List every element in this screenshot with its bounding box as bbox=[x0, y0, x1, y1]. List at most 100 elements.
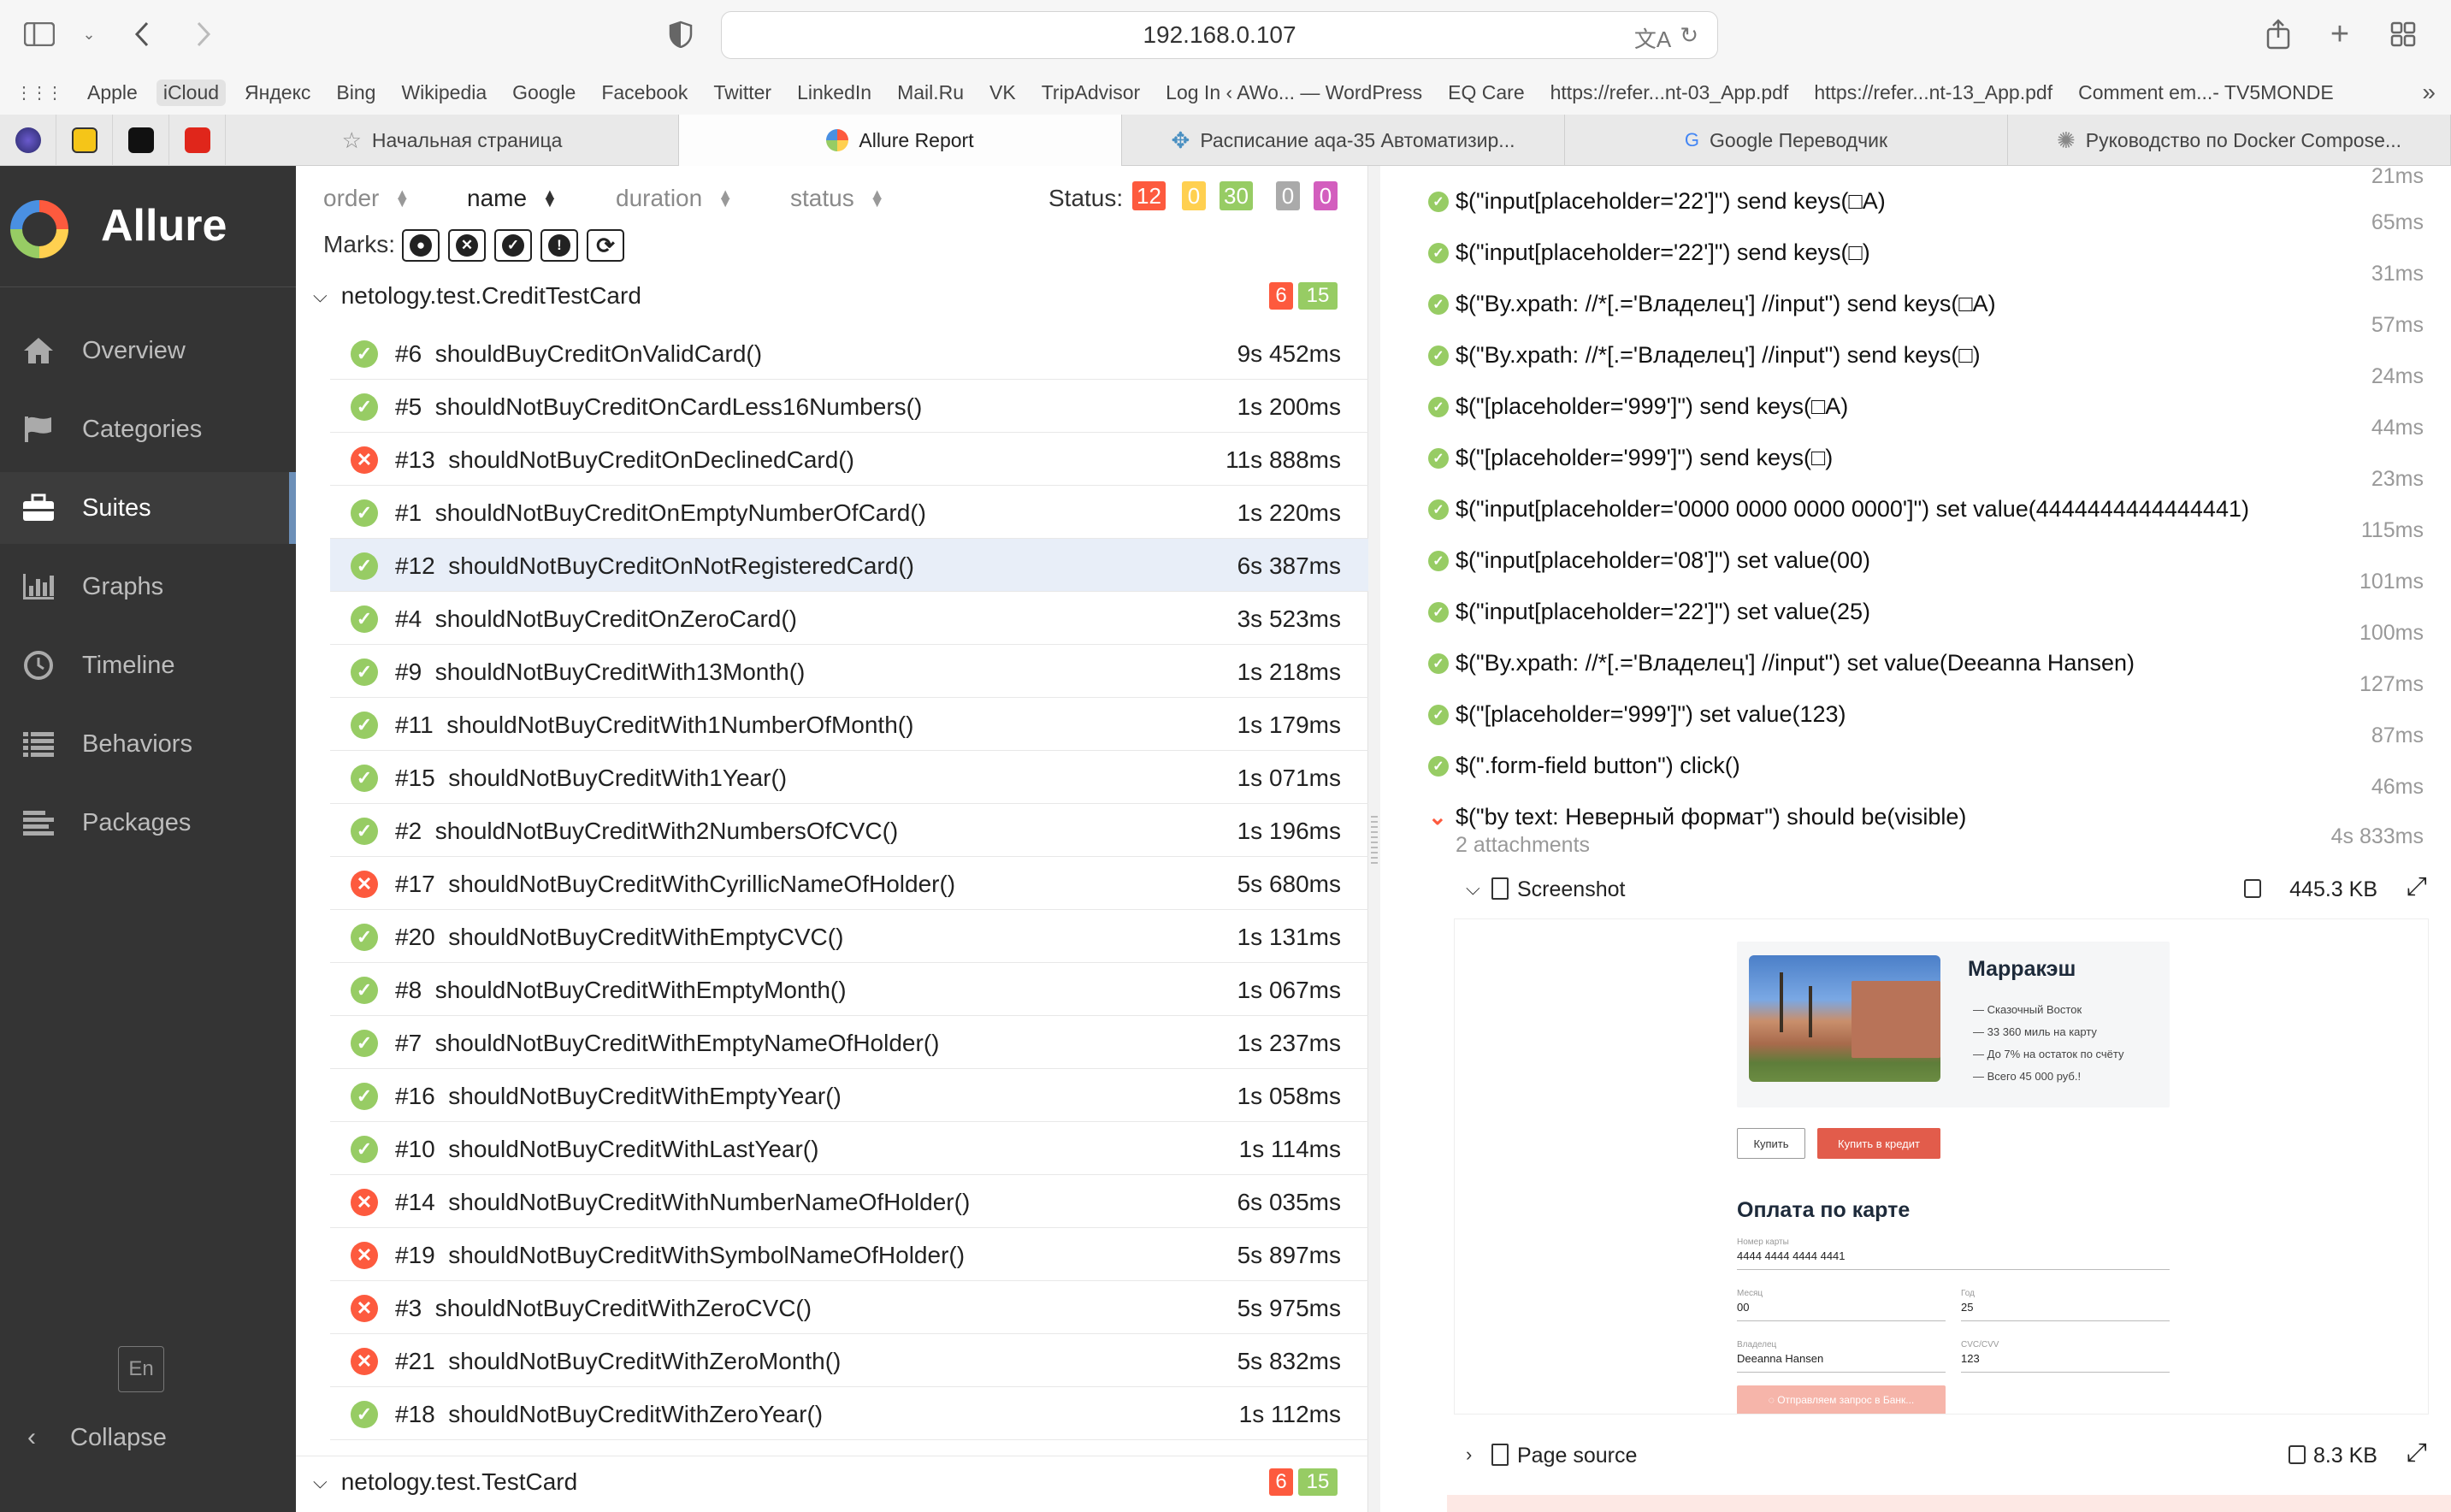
table-row[interactable]: ✓ #4 shouldNotBuyCreditOnZeroCard() 3s 523… bbox=[330, 592, 1368, 645]
nav-suites[interactable]: Suites bbox=[0, 472, 296, 544]
bookmark[interactable]: Google bbox=[512, 81, 576, 104]
table-row[interactable]: ✕ #21 shouldNotBuyCreditWithZeroMonth() 5s… bbox=[330, 1334, 1368, 1387]
table-row-selected[interactable]: ✓ #12 shouldNotBuyCreditOnNotRegisteredCa… bbox=[330, 539, 1368, 592]
tab-allure-report[interactable]: Allure Report bbox=[679, 115, 1122, 166]
nav-overview[interactable]: Overview bbox=[0, 315, 296, 387]
step-row[interactable]: ✓ $("By.xpath: //*[.='Владелец'] //input"… bbox=[1380, 323, 2451, 388]
back-icon[interactable] bbox=[125, 17, 159, 51]
bookmark[interactable]: TripAdvisor bbox=[1042, 81, 1140, 104]
step-row[interactable]: ✓ $("By.xpath: //*[.='Владелец'] //input"… bbox=[1380, 631, 2451, 696]
screenshot-preview[interactable]: Марракэш — Сказочный Восток — 33 360 мил… bbox=[1454, 918, 2429, 1415]
mark-retries-toggle[interactable]: ⟳ bbox=[587, 229, 624, 262]
bookmark[interactable]: Wikipedia bbox=[401, 81, 487, 104]
step-row[interactable]: ✓ $("[placeholder='999']") send keys(□) 23… bbox=[1380, 426, 2451, 491]
attachment-screenshot[interactable]: ⌵ Screenshot 445.3 KB ⤢ bbox=[1380, 865, 2451, 913]
nav-categories[interactable]: Categories bbox=[0, 393, 296, 465]
table-row[interactable]: ✕ #14 shouldNotBuyCreditWithNumberNameOfH… bbox=[330, 1175, 1368, 1228]
sort-order[interactable]: order ▲ ▼ bbox=[323, 185, 410, 212]
table-row[interactable]: ✓ #20 shouldNotBuyCreditWithEmptyCVC() 1s … bbox=[330, 910, 1368, 963]
pinned-tab[interactable] bbox=[169, 115, 226, 166]
table-row[interactable]: ✓ #6 shouldBuyCreditOnValidCard() 9s 452ms bbox=[330, 327, 1368, 380]
bookmark[interactable]: Яндекс bbox=[245, 81, 310, 104]
share-icon[interactable] bbox=[2261, 17, 2295, 51]
more-bookmarks-icon[interactable]: » bbox=[2422, 79, 2436, 106]
shield-icon[interactable] bbox=[664, 17, 698, 51]
table-row[interactable]: ✕ #3 shouldNotBuyCreditWithZeroCVC() 5s 97… bbox=[330, 1281, 1368, 1334]
bookmark[interactable]: https://refer...nt-03_App.pdf bbox=[1550, 81, 1789, 104]
sort-name[interactable]: name ▲ ▼ bbox=[467, 185, 558, 212]
pane-splitter[interactable] bbox=[1368, 166, 1380, 1512]
table-row[interactable]: ✓ #10 shouldNotBuyCreditWithLastYear() 1s … bbox=[330, 1122, 1368, 1175]
nav-behaviors[interactable]: Behaviors bbox=[0, 708, 296, 780]
address-bar[interactable]: 192.168.0.107 文A ↻ bbox=[721, 11, 1718, 59]
bookmark[interactable]: Mail.Ru bbox=[897, 81, 964, 104]
suite-group[interactable]: ⌵ netology.test.TestCard 6 15 bbox=[296, 1456, 1368, 1507]
step-row[interactable]: ✓ $("input[placeholder='22']") send keys(… bbox=[1380, 221, 2451, 286]
step-row[interactable]: ✓ $("[placeholder='999']") send keys(□A) 4… bbox=[1380, 375, 2451, 440]
mark-new-broken-toggle[interactable]: ✕ bbox=[448, 229, 486, 262]
mark-flaky-toggle[interactable]: ! bbox=[540, 229, 578, 262]
pinned-tab[interactable] bbox=[0, 115, 56, 166]
expand-icon[interactable]: ⤢ bbox=[2407, 1438, 2427, 1468]
failed-step-row[interactable]: ⌄ $("by text: Неверный формат") should b… bbox=[1380, 785, 2451, 871]
table-row[interactable]: ✓ #8 shouldNotBuyCreditWithEmptyMonth() 1s… bbox=[330, 963, 1368, 1016]
chevron-down-icon[interactable]: ⌄ bbox=[72, 17, 106, 51]
table-row[interactable]: ✓ #18 shouldNotBuyCreditWithZeroYear() 1s … bbox=[330, 1387, 1368, 1440]
bookmark[interactable]: EQ Care bbox=[1448, 81, 1524, 104]
tab-overview-icon[interactable] bbox=[2386, 17, 2420, 51]
nav-timeline[interactable]: Timeline bbox=[0, 629, 296, 701]
reload-icon[interactable]: ↻ bbox=[1680, 22, 1698, 54]
translate-icon[interactable]: 文A bbox=[1634, 22, 1671, 54]
bookmark[interactable]: Log In ‹ AWo... — WordPress bbox=[1166, 81, 1422, 104]
bookmark[interactable]: Comment em...- TV5MONDE bbox=[2078, 81, 2334, 104]
bookmark[interactable]: Bing bbox=[336, 81, 375, 104]
step-row[interactable]: ✓ $(".form-field button") click() 46ms bbox=[1380, 734, 2451, 799]
sort-status[interactable]: status ▲ ▼ bbox=[790, 185, 885, 212]
bookmark[interactable]: LinkedIn bbox=[797, 81, 871, 104]
table-row[interactable]: ✓ #9 shouldNotBuyCreditWith13Month() 1s 21… bbox=[330, 645, 1368, 698]
new-tab-icon[interactable]: + bbox=[2323, 16, 2357, 52]
bookmark[interactable]: Twitter bbox=[713, 81, 771, 104]
bookmark[interactable]: https://refer...nt-13_App.pdf bbox=[1814, 81, 2052, 104]
status-skipped-badge[interactable]: 0 bbox=[1276, 181, 1300, 210]
table-row[interactable]: ✓ #15 shouldNotBuyCreditWith1Year() 1s 071… bbox=[330, 751, 1368, 804]
allure-logo[interactable]: Allure bbox=[0, 166, 296, 287]
tab-schedule[interactable]: ✥ Расписание aqa-35 Автоматизир... bbox=[1122, 115, 1565, 166]
tab-docker-compose[interactable]: ✺ Руководство по Docker Compose... bbox=[2008, 115, 2451, 166]
table-row[interactable]: ✓ #5 shouldNotBuyCreditOnCardLess16Number… bbox=[330, 380, 1368, 433]
apps-grid-icon[interactable]: ⋮⋮⋮ bbox=[15, 82, 63, 103]
bookmark[interactable]: Apple bbox=[87, 81, 138, 104]
mark-new-failed-toggle[interactable]: ● bbox=[402, 229, 440, 262]
nav-packages[interactable]: Packages bbox=[0, 787, 296, 859]
pinned-tab[interactable] bbox=[113, 115, 169, 166]
suite-group[interactable]: ⌵ netology.test.CreditTestCard 6 15 bbox=[296, 270, 1368, 322]
step-row[interactable]: ✓ $("By.xpath: //*[.='Владелец'] //input"… bbox=[1380, 272, 2451, 337]
language-switch[interactable]: En bbox=[118, 1346, 164, 1392]
bookmark[interactable]: Facebook bbox=[601, 81, 688, 104]
pinned-tab[interactable] bbox=[56, 115, 113, 166]
attachment-page-source[interactable]: › Page source 8.3 KB ⤢ bbox=[1380, 1432, 2451, 1480]
collapse-button[interactable]: ‹ Collapse bbox=[0, 1408, 296, 1468]
table-row[interactable]: ✓ #16 shouldNotBuyCreditWithEmptyYear() 1s… bbox=[330, 1069, 1368, 1122]
table-row[interactable]: ✕ #17 shouldNotBuyCreditWithCyrillicNameO… bbox=[330, 857, 1368, 910]
step-row[interactable]: ✓ $("input[placeholder='0000 0000 0000 00… bbox=[1380, 477, 2451, 542]
bookmark[interactable]: iCloud bbox=[156, 79, 227, 106]
mark-new-passed-toggle[interactable]: ✓ bbox=[494, 229, 532, 262]
table-row[interactable]: ✓ #2 shouldNotBuyCreditWith2NumbersOfCVC(… bbox=[330, 804, 1368, 857]
table-row[interactable]: ✕ #19 shouldNotBuyCreditWithSymbolNameOfH… bbox=[330, 1228, 1368, 1281]
status-unknown-badge[interactable]: 0 bbox=[1314, 181, 1338, 210]
forward-icon[interactable] bbox=[186, 17, 221, 51]
status-failed-badge[interactable]: 12 bbox=[1132, 181, 1166, 210]
sort-duration[interactable]: duration ▲ ▼ bbox=[616, 185, 733, 212]
table-row[interactable]: ✕ #13 shouldNotBuyCreditOnDeclinedCard() 1… bbox=[330, 433, 1368, 486]
step-row[interactable]: ✓ $("input[placeholder='22']") set value(… bbox=[1380, 580, 2451, 645]
status-passed-badge[interactable]: 30 bbox=[1220, 181, 1253, 210]
status-broken-badge[interactable]: 0 bbox=[1182, 181, 1206, 210]
tab-google-translate[interactable]: G Google Переводчик bbox=[1565, 115, 2008, 166]
step-row[interactable]: ✓ $("[placeholder='999']") set value(123)… bbox=[1380, 682, 2451, 747]
drag-handle-icon[interactable] bbox=[1371, 816, 1378, 867]
table-row[interactable]: ✓ #1 shouldNotBuyCreditOnEmptyNumberOfCar… bbox=[330, 486, 1368, 539]
step-row[interactable]: ✓ $("input[placeholder='22']") send keys(… bbox=[1380, 169, 2451, 234]
table-row[interactable]: ✓ #11 shouldNotBuyCreditWith1NumberOfMont… bbox=[330, 698, 1368, 751]
bookmark[interactable]: VK bbox=[989, 81, 1016, 104]
